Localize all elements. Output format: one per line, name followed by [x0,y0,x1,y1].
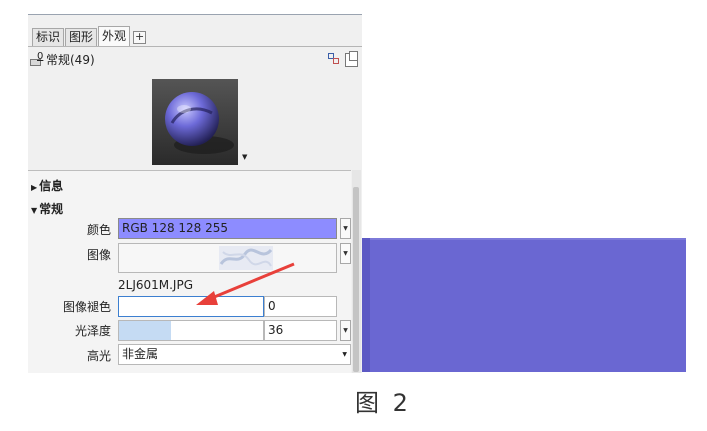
tab-identity[interactable]: 标识 [32,28,65,46]
image-fade-label: 图像褪色 [62,300,111,314]
header-buttons [328,51,358,67]
gloss-dropdown-icon[interactable]: ▼ [340,320,351,341]
select-chevron-icon: ▼ [342,351,347,358]
highlight-label: 高光 [86,349,111,363]
add-tab-button[interactable]: + [133,31,147,44]
material-title: 常规(49) [46,53,95,67]
viewport-blue-object [362,238,686,372]
grid-icon[interactable] [328,53,339,65]
material-preview[interactable] [152,79,238,165]
gloss-label: 光泽度 [74,324,111,338]
material-count-icon: 0 [30,51,44,66]
image-label: 图像 [86,248,111,262]
image-filename: 2LJ601M.JPG [118,278,194,292]
image-dropdown-icon[interactable]: ▼ [340,243,351,264]
collapse-arrow-icon: ▼ [31,206,38,215]
highlight-value: 非金属 [122,347,159,361]
image-field[interactable] [118,243,337,273]
section-info[interactable]: ▶ 信息 [31,177,63,194]
color-value: RGB 128 128 255 [122,221,229,235]
scrollbar-thumb[interactable] [353,187,359,372]
tab-appearance[interactable]: 外观 [98,26,131,46]
section-general[interactable]: ▼ 常规 [31,200,63,217]
tab-divider [28,46,362,47]
materials-panel: 标识 图形 外观 + 0 常规(49) ▼ ▶ 信息 ▼ 常规 颜色 RGB 1… [28,14,362,373]
gloss-slider-fill [119,321,171,340]
color-label: 颜色 [86,223,111,237]
sphere-preview-image [152,79,238,165]
highlight-select[interactable]: 非金属 ▼ [118,344,351,365]
properties-scrollbar[interactable] [352,170,361,373]
color-dropdown-icon[interactable]: ▼ [340,218,351,239]
gloss-slider[interactable] [118,320,264,341]
color-field[interactable]: RGB 128 128 255 [118,218,337,239]
tab-strip: 标识 图形 外观 + [32,26,147,46]
gloss-value[interactable]: 36 [264,320,337,341]
image-fade-value[interactable]: 0 [264,296,337,317]
figure-caption: 图 2 [355,389,411,417]
image-thumbnail [219,246,273,270]
material-header: 0 常规(49) [30,51,95,68]
expand-arrow-icon: ▶ [31,183,38,192]
preview-dropdown-icon[interactable]: ▼ [242,153,247,161]
copy-icon[interactable] [345,51,358,67]
tab-graphics[interactable]: 图形 [65,28,98,46]
image-fade-slider[interactable] [118,296,264,317]
properties-grid: ▶ 信息 ▼ 常规 颜色 RGB 128 128 255 ▼ 图像 ▼ 2LJ601… [28,170,351,373]
